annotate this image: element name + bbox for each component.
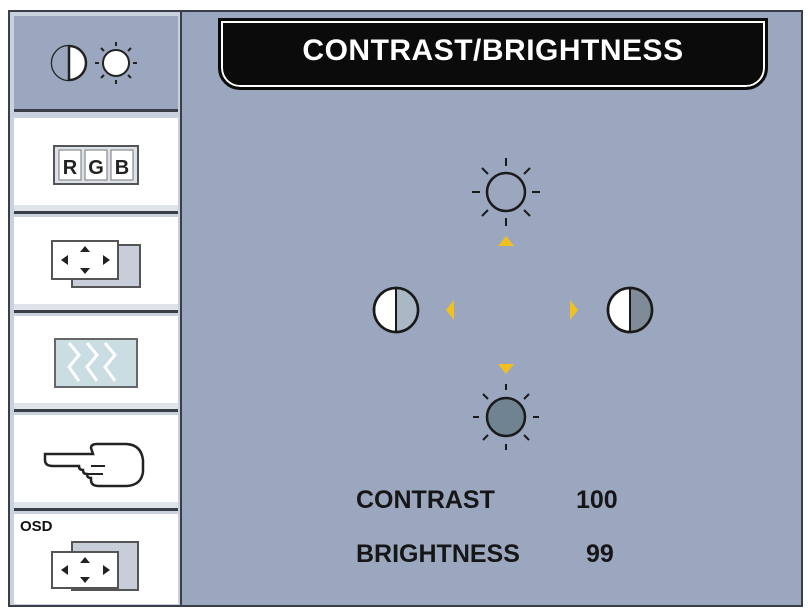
control-cluster [372,158,654,450]
brightness-high-icon[interactable] [472,158,540,226]
sidebar-item-rgb[interactable]: R G B [14,118,178,214]
arrow-right-icon[interactable] [570,300,578,320]
brightness-value: 99 [586,540,614,568]
contrast-value: 100 [576,486,618,514]
position-icon [51,239,141,288]
bevel [14,205,178,211]
brightness-label: BRIGHTNESS [356,540,520,568]
brightness-low-icon[interactable] [473,384,539,450]
sidebar-item-contrast-brightness[interactable] [14,16,178,112]
osd-position-icon [51,541,139,591]
contrast-label: CONTRAST [356,486,495,514]
sidebar: R G B OSD [10,12,182,605]
page-title: CONTRAST/BRIGHTNESS [302,34,684,67]
rgb-icon: R G B [53,144,139,185]
sidebar-item-noise[interactable] [14,316,178,412]
sidebar-item-pointer[interactable] [14,415,178,511]
osd-label: OSD [20,518,53,535]
arrow-left-icon[interactable] [446,300,454,320]
rgb-letter-r: R [63,157,78,179]
bevel [14,304,178,310]
osd-window: R G B OSD CONTRAST/BRIGHTNESS CONTRAST 1… [8,10,803,607]
contrast-high-icon[interactable] [606,286,654,334]
rgb-letter-g: G [88,157,104,179]
wave-icon [54,337,138,388]
rgb-letter-b: B [115,157,129,179]
sidebar-item-position[interactable] [14,217,178,313]
arrow-down-icon[interactable] [498,364,514,374]
bevel [14,403,178,409]
bevel [14,502,178,508]
sidebar-item-osd[interactable]: OSD [14,514,178,604]
arrow-up-icon[interactable] [498,236,514,246]
hand-pointer-icon [43,442,145,487]
contrast-low-icon[interactable] [372,286,420,334]
contrast-brightness-icon [50,41,137,84]
title-bar: CONTRAST/BRIGHTNESS [218,18,768,90]
